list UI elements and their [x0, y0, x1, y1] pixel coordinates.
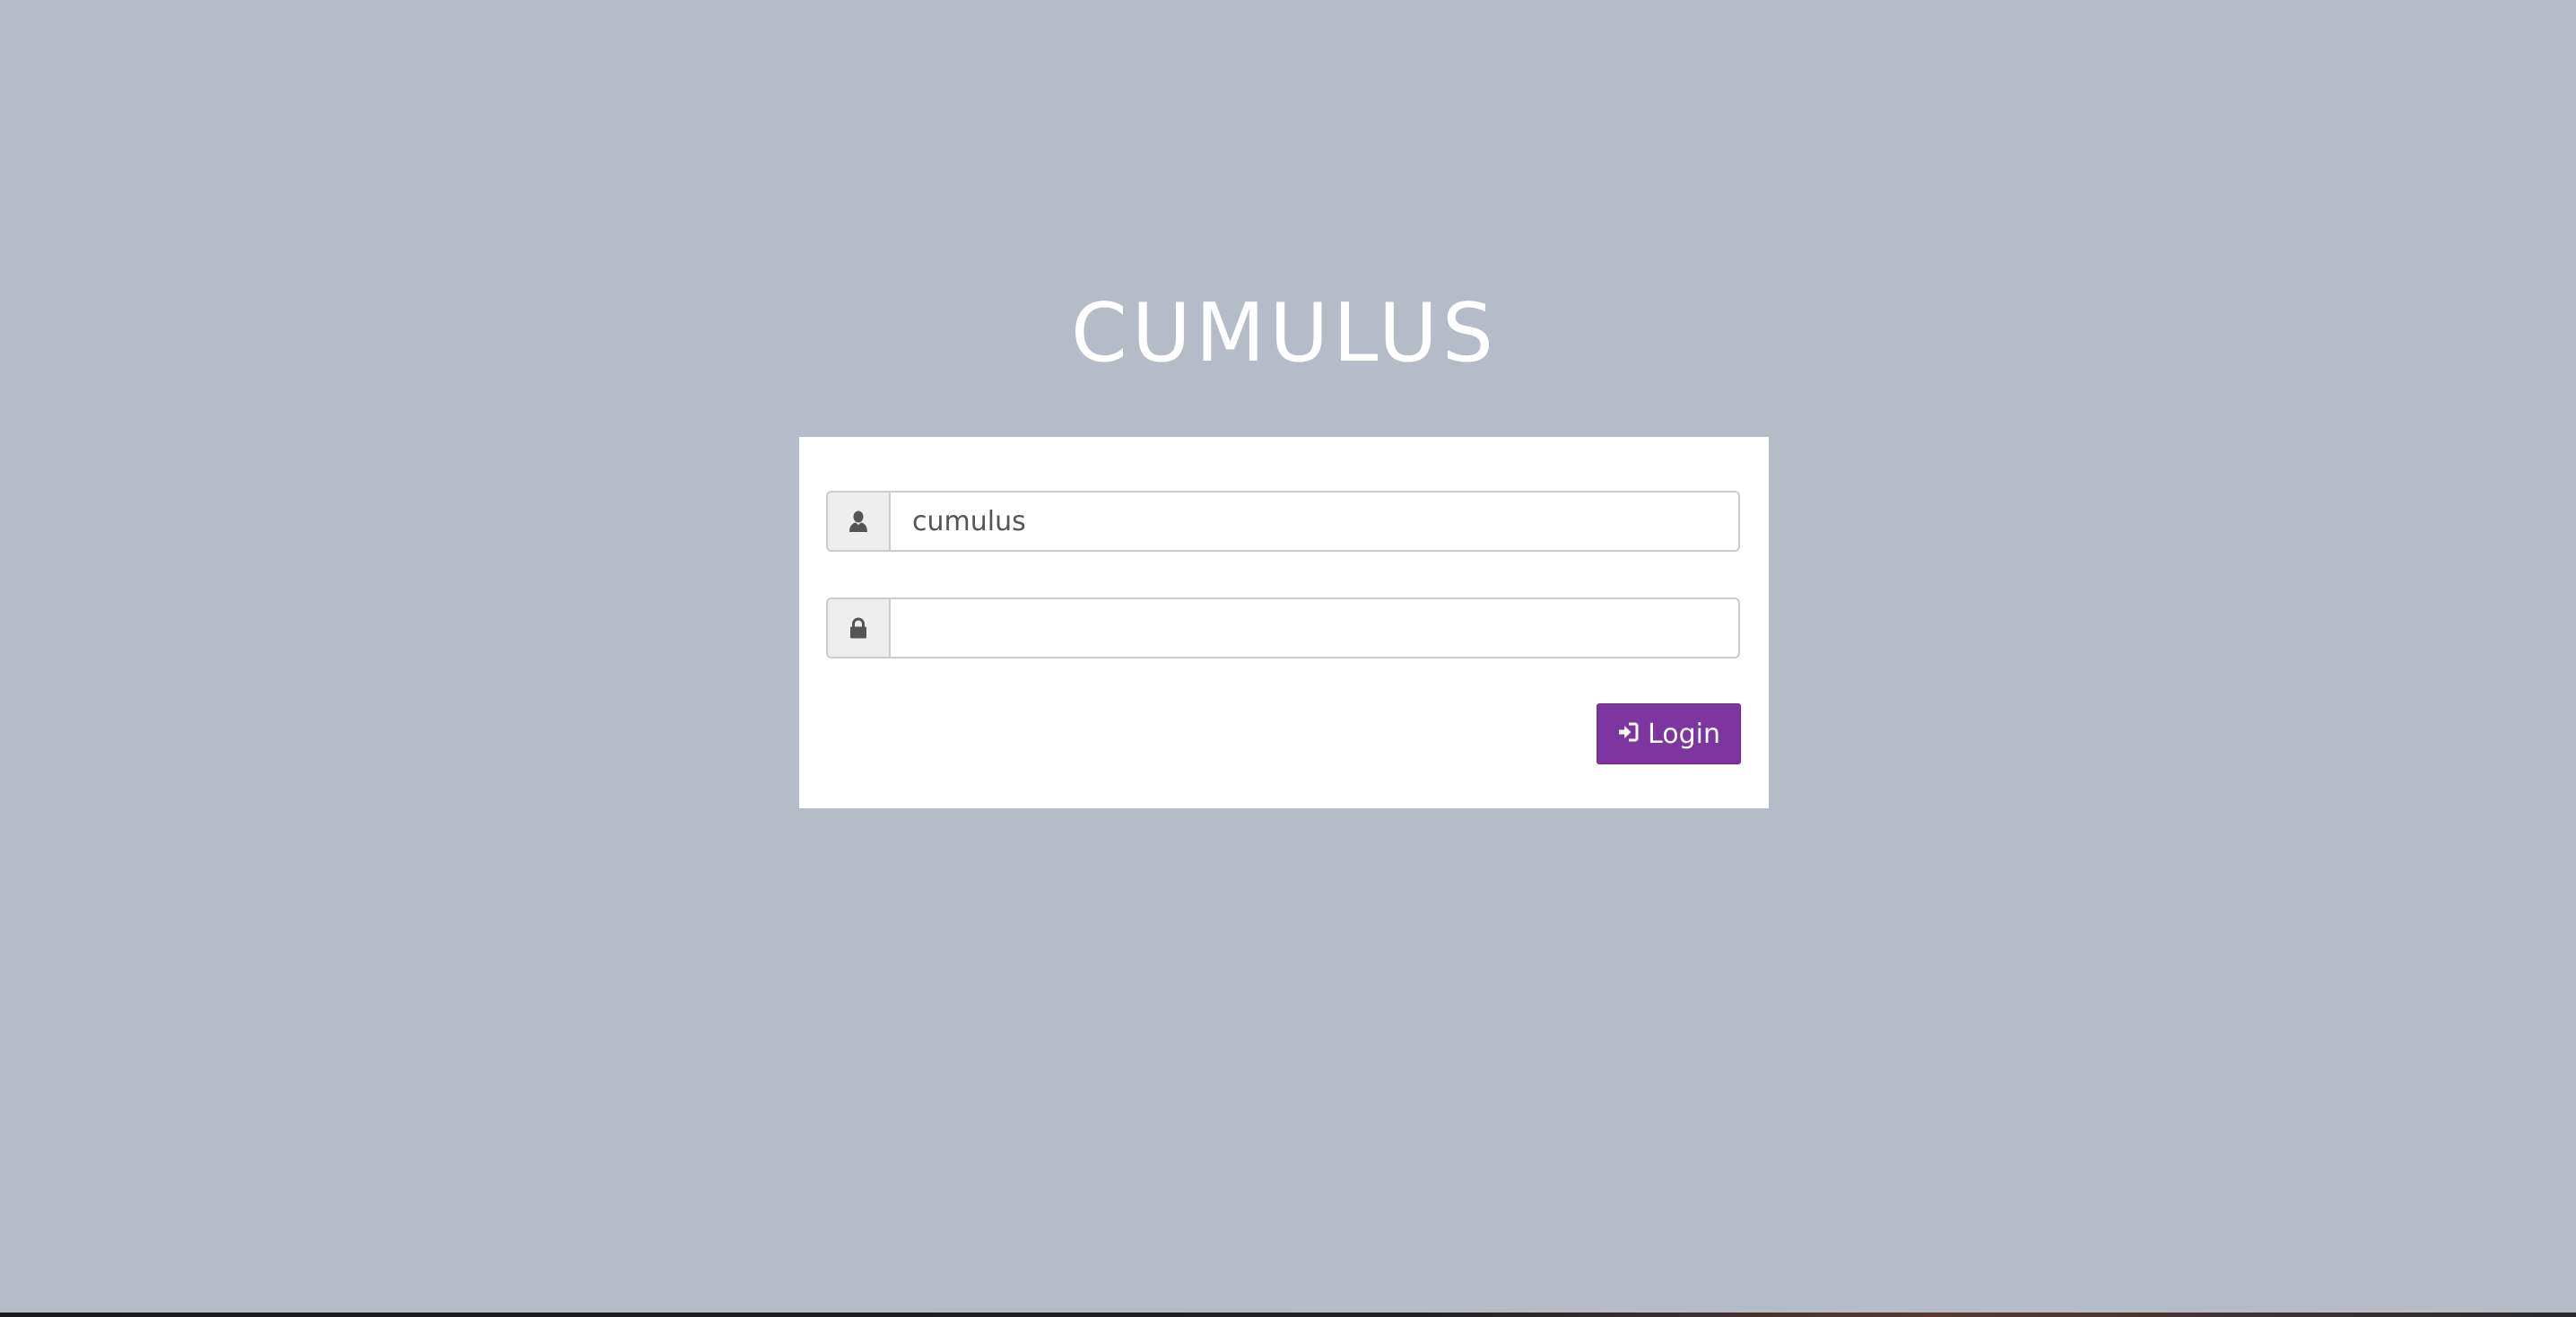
login-panel: Login: [799, 437, 1769, 808]
sign-in-icon: [1617, 719, 1639, 750]
username-input[interactable]: [889, 491, 1740, 552]
login-button-label: Login: [1648, 718, 1720, 750]
user-icon: [826, 491, 889, 552]
lock-icon: [826, 597, 889, 658]
desktop-edge: [0, 1313, 2576, 1317]
login-button[interactable]: Login: [1597, 703, 1741, 764]
password-input[interactable]: [889, 597, 1740, 658]
brand-title: CUMULUS: [1071, 286, 1498, 380]
password-group: [826, 597, 1740, 658]
username-group: [826, 491, 1740, 552]
